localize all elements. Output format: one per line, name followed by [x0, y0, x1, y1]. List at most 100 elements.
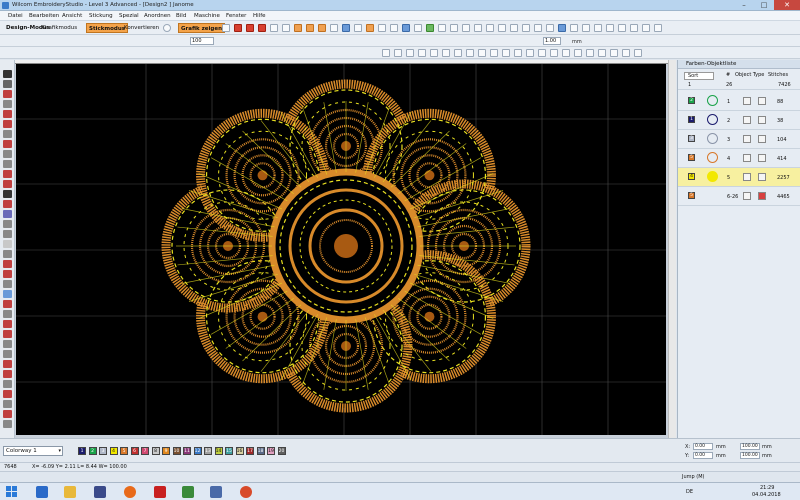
property-tool-icon[interactable] — [382, 49, 390, 57]
tool-palette-icon[interactable] — [3, 220, 12, 228]
menu-bearbeiten[interactable]: Bearbeiten — [29, 13, 59, 19]
menu-ansicht[interactable]: Ansicht — [62, 13, 82, 19]
tool-palette-icon[interactable] — [3, 110, 12, 118]
menu-fenster[interactable]: Fenster — [226, 13, 246, 19]
toolbar-tool-icon[interactable] — [582, 24, 590, 32]
palette-color-cell[interactable]: 12 — [193, 447, 202, 455]
property-tool-icon[interactable] — [430, 49, 438, 57]
toolbar-tool-icon[interactable] — [606, 24, 614, 32]
menu-spezial[interactable]: Spezial — [119, 13, 139, 19]
minimize-button[interactable]: – — [734, 0, 754, 10]
palette-color-cell[interactable]: 1 — [78, 447, 86, 455]
toolbar-tool-icon[interactable] — [426, 24, 434, 32]
property-tool-icon[interactable] — [478, 49, 486, 57]
palette-color-cell[interactable]: 18 — [256, 447, 265, 455]
clock-time[interactable]: 21:29 — [760, 485, 774, 491]
toolbar-tool-icon[interactable] — [342, 24, 350, 32]
language-indicator[interactable]: DE — [686, 489, 693, 495]
color-list-row[interactable]: 4 5 2257 — [678, 168, 800, 187]
firefox-icon[interactable] — [124, 486, 136, 498]
palette-color-cell[interactable]: 3 — [99, 447, 107, 455]
palette-color-cell[interactable]: 7 — [141, 447, 149, 455]
stitch-length-input[interactable]: 1.00 — [543, 37, 561, 45]
close-button[interactable]: ✕ — [774, 0, 800, 10]
sort-dropdown[interactable]: Sort — [684, 72, 714, 80]
maximize-button[interactable]: □ — [754, 0, 774, 10]
palette-color-cell[interactable]: 20 — [277, 447, 286, 455]
app-icon-blue[interactable] — [210, 486, 222, 498]
folder-icon[interactable] — [64, 486, 76, 498]
color-list-row[interactable]: 5 6-26 4465 — [678, 187, 800, 206]
tool-palette-icon[interactable] — [3, 230, 12, 238]
toolbar-tool-icon[interactable] — [534, 24, 542, 32]
tool-palette-icon[interactable] — [3, 330, 12, 338]
property-tool-icon[interactable] — [562, 49, 570, 57]
tool-palette-icon[interactable] — [3, 400, 12, 408]
tab-convert[interactable]: Konvertieren — [122, 23, 161, 33]
property-tool-icon[interactable] — [514, 49, 522, 57]
menu-datei[interactable]: Datei — [8, 13, 23, 19]
palette-color-cell[interactable]: 2 — [88, 447, 97, 455]
palette-color-cell[interactable]: 13 — [204, 447, 212, 455]
media-icon[interactable] — [94, 486, 106, 498]
tool-palette-icon[interactable] — [3, 70, 12, 78]
vertical-scrollbar[interactable] — [668, 60, 676, 438]
tool-palette-icon[interactable] — [3, 210, 12, 218]
tab-graphic-mode[interactable]: Grafikmodus — [40, 23, 79, 33]
position-field[interactable]: 100.00 — [740, 452, 760, 459]
palette-color-cell[interactable]: 15 — [225, 447, 233, 455]
tool-palette-icon[interactable] — [3, 80, 12, 88]
toolbar-tool-icon[interactable] — [474, 24, 482, 32]
menu-stickung[interactable]: Stickung — [89, 13, 113, 19]
toolbar-tool-icon[interactable] — [222, 24, 230, 32]
toolbar-tool-icon[interactable] — [294, 24, 302, 32]
color-list-row[interactable]: 5 4 414 — [678, 149, 800, 168]
toolbar-tool-icon[interactable] — [318, 24, 326, 32]
property-tool-icon[interactable] — [418, 49, 426, 57]
menu-maschine[interactable]: Maschine — [194, 13, 220, 19]
toolbar-tool-icon[interactable] — [438, 24, 446, 32]
property-tool-icon[interactable] — [538, 49, 546, 57]
palette-color-cell[interactable]: 10 — [172, 447, 181, 455]
position-field[interactable]: 100.00 — [740, 443, 760, 450]
windows-start-icon[interactable] — [6, 486, 18, 498]
toolbar-tool-icon[interactable] — [378, 24, 386, 32]
toolbar-tool-icon[interactable] — [618, 24, 626, 32]
tool-palette-icon[interactable] — [3, 250, 12, 258]
tool-palette-icon[interactable] — [3, 90, 12, 98]
toolbar-tool-icon[interactable] — [498, 24, 506, 32]
toolbar-tool-icon[interactable] — [258, 24, 266, 32]
toolbar-tool-icon[interactable] — [390, 24, 398, 32]
toolbar-tool-icon[interactable] — [570, 24, 578, 32]
property-tool-icon[interactable] — [598, 49, 606, 57]
tool-palette-icon[interactable] — [3, 280, 12, 288]
menu-bild[interactable]: Bild — [176, 13, 186, 19]
toolbar-tool-icon[interactable] — [414, 24, 422, 32]
property-tool-icon[interactable] — [550, 49, 558, 57]
palette-color-cell[interactable]: 17 — [246, 447, 254, 455]
property-tool-icon[interactable] — [574, 49, 582, 57]
globe-icon[interactable] — [163, 24, 171, 32]
tool-palette-icon[interactable] — [3, 360, 12, 368]
toolbar-tool-icon[interactable] — [282, 24, 290, 32]
clock-date[interactable]: 04.04.2018 — [752, 492, 781, 498]
tool-palette-icon[interactable] — [3, 420, 12, 428]
palette-color-cell[interactable]: 6 — [130, 447, 139, 455]
property-tool-icon[interactable] — [622, 49, 630, 57]
tool-palette-icon[interactable] — [3, 150, 12, 158]
design-canvas[interactable] — [16, 64, 666, 435]
toolbar-tool-icon[interactable] — [354, 24, 362, 32]
toolbar-tool-icon[interactable] — [234, 24, 242, 32]
tool-palette-icon[interactable] — [3, 190, 12, 198]
tool-palette-icon[interactable] — [3, 320, 12, 328]
property-tool-icon[interactable] — [634, 49, 642, 57]
toolbar-tool-icon[interactable] — [558, 24, 566, 32]
tool-palette-icon[interactable] — [3, 170, 12, 178]
tool-palette-icon[interactable] — [3, 290, 12, 298]
app-icon-green[interactable] — [182, 486, 194, 498]
tool-palette-icon[interactable] — [3, 200, 12, 208]
toolbar-tool-icon[interactable] — [522, 24, 530, 32]
tool-palette-icon[interactable] — [3, 260, 12, 268]
colorway-select[interactable]: Colorway 1 ▾ — [3, 446, 63, 456]
tool-palette-icon[interactable] — [3, 180, 12, 188]
